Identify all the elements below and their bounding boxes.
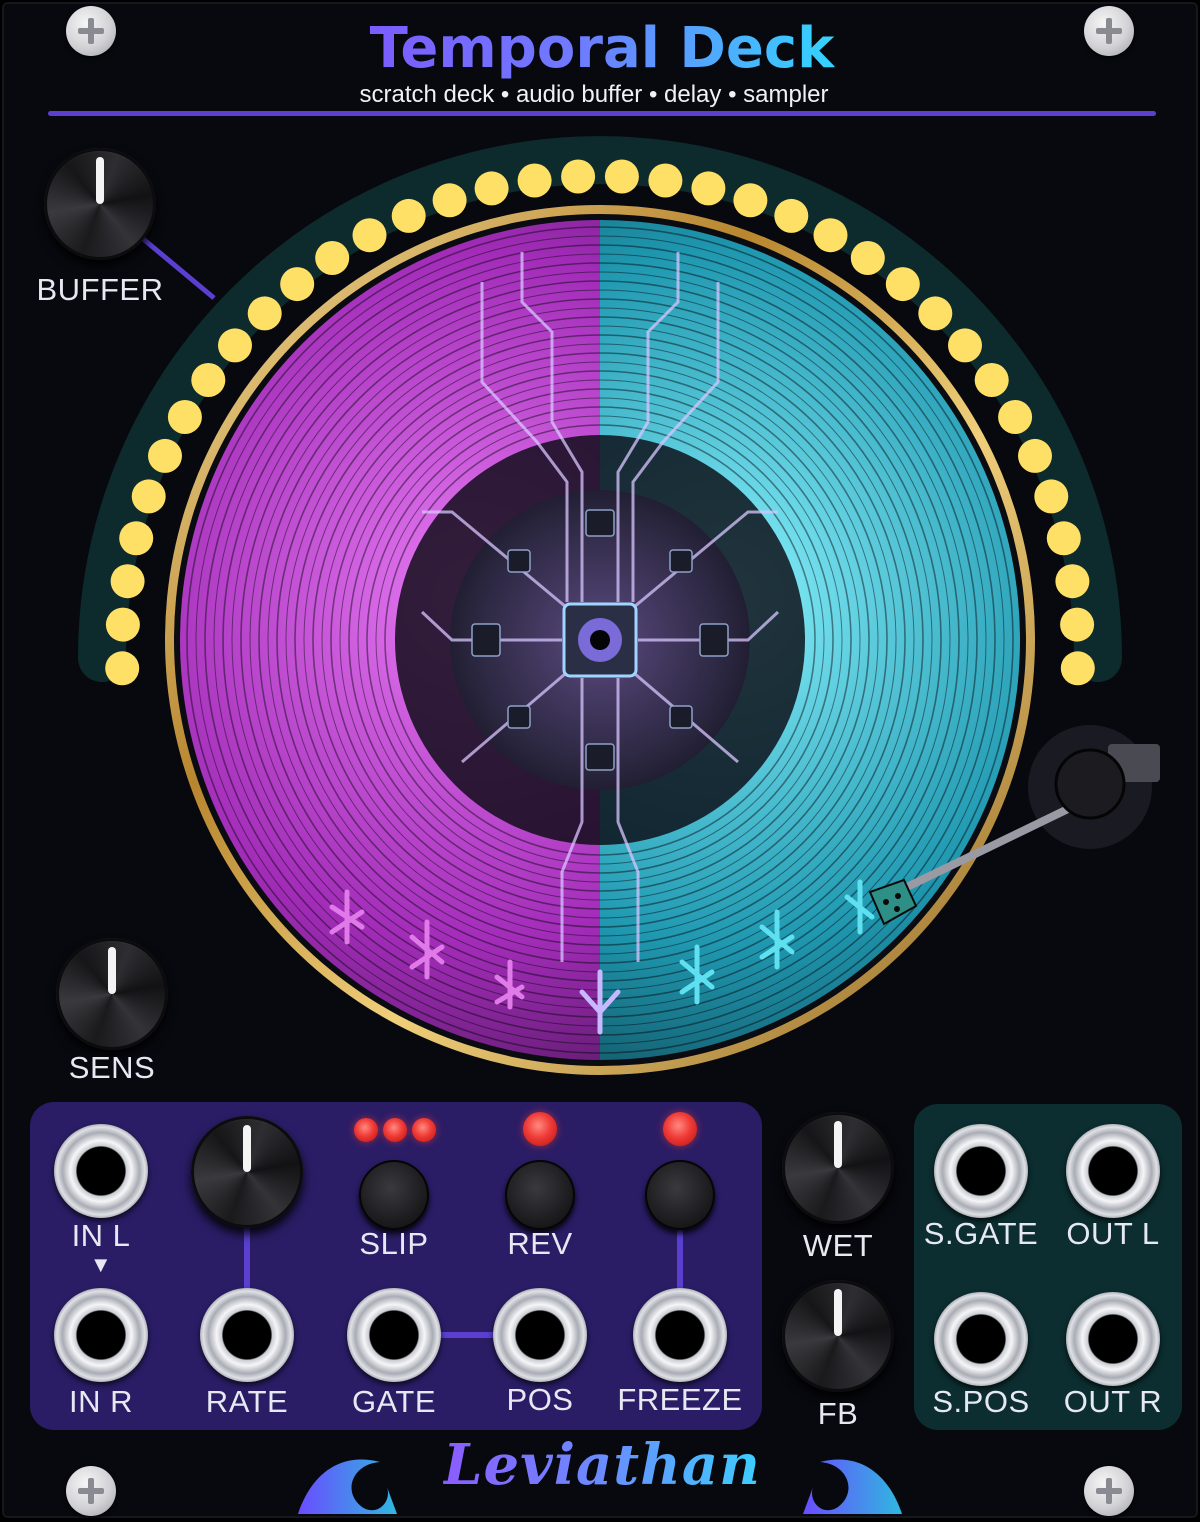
- sens-knob[interactable]: [56, 938, 168, 1050]
- buffer-led: [1018, 438, 1052, 473]
- in-l-jack[interactable]: [54, 1124, 148, 1218]
- rev-button[interactable]: [505, 1160, 575, 1230]
- rev-label: REV: [507, 1226, 573, 1261]
- buffer-led: [998, 400, 1033, 434]
- buffer-led: [1046, 521, 1081, 556]
- buffer-led: [218, 328, 252, 363]
- out-l-jack[interactable]: [1066, 1124, 1160, 1218]
- buffer-led: [918, 296, 953, 331]
- tonearm-pivot-knob[interactable]: [1054, 748, 1126, 820]
- knob-indicator: [96, 156, 104, 204]
- spindle: [590, 630, 610, 650]
- buffer-led: [148, 438, 182, 473]
- buffer-knob[interactable]: [44, 148, 156, 260]
- buffer-led: [280, 267, 315, 302]
- title-divider: [48, 111, 1156, 116]
- screw-icon: [1084, 6, 1134, 56]
- buffer-led: [191, 363, 226, 397]
- out-r-jack[interactable]: [1066, 1292, 1160, 1386]
- wet-knob[interactable]: [782, 1112, 894, 1224]
- slip-led-3: [412, 1118, 436, 1142]
- buffer-led: [517, 163, 552, 198]
- freeze-led: [663, 1112, 697, 1146]
- buffer-led: [1060, 651, 1095, 686]
- buffer-label: BUFFER: [36, 272, 164, 307]
- s-gate-label: S.GATE: [923, 1216, 1039, 1251]
- knob-indicator: [243, 1124, 251, 1172]
- freeze-button[interactable]: [645, 1160, 715, 1230]
- buffer-led: [1055, 564, 1090, 599]
- s-gate-jack[interactable]: [934, 1124, 1028, 1218]
- buffer-led: [474, 171, 509, 206]
- buffer-led: [691, 171, 726, 206]
- buffer-led: [774, 198, 809, 233]
- buffer-led: [1034, 479, 1069, 514]
- s-pos-label: S.POS: [932, 1384, 1030, 1419]
- wave-icon: [803, 1459, 902, 1514]
- buffer-led: [604, 159, 639, 194]
- in-r-label: IN R: [69, 1384, 133, 1419]
- buffer-led: [131, 479, 166, 514]
- pos-label: POS: [506, 1382, 574, 1417]
- buffer-led: [974, 363, 1009, 397]
- wet-label: WET: [802, 1228, 874, 1263]
- buffer-led: [733, 183, 768, 218]
- slip-label: SLIP: [359, 1226, 429, 1261]
- screw-icon: [66, 6, 116, 56]
- slip-led-1: [354, 1118, 378, 1142]
- wave-icon: [298, 1459, 397, 1514]
- buffer-led: [105, 651, 140, 686]
- out-r-label: OUT R: [1063, 1384, 1163, 1419]
- s-pos-jack[interactable]: [934, 1292, 1028, 1386]
- brand-logo: Leviathan: [443, 1432, 761, 1498]
- slip-button[interactable]: [359, 1160, 429, 1230]
- buffer-led: [391, 198, 426, 233]
- buffer-led: [948, 328, 982, 363]
- knob-indicator: [108, 946, 116, 994]
- module-title: Temporal Deck: [369, 16, 835, 81]
- rate-jack[interactable]: [200, 1288, 294, 1382]
- fb-knob[interactable]: [782, 1280, 894, 1392]
- buffer-led: [885, 267, 920, 302]
- in-l-label: IN L: [71, 1218, 131, 1253]
- out-l-label: OUT L: [1066, 1216, 1160, 1251]
- buffer-led: [105, 607, 140, 642]
- screw-icon: [1084, 1466, 1134, 1516]
- buffer-led: [247, 296, 282, 331]
- in-r-jack[interactable]: [54, 1288, 148, 1382]
- buffer-led: [315, 241, 350, 275]
- gate-jack[interactable]: [347, 1288, 441, 1382]
- rate-knob[interactable]: [191, 1116, 303, 1228]
- freeze-jack[interactable]: [633, 1288, 727, 1382]
- buffer-led: [167, 400, 202, 434]
- knob-indicator: [834, 1288, 842, 1336]
- sens-label: SENS: [68, 1050, 156, 1085]
- buffer-led: [352, 218, 387, 253]
- buffer-led: [813, 218, 848, 253]
- module-panel: Temporal Deck scratch deck • audio buffe…: [2, 2, 1198, 1518]
- buffer-led: [1060, 607, 1095, 642]
- buffer-led: [850, 241, 885, 275]
- module-subtitle: scratch deck • audio buffer • delay • sa…: [359, 81, 829, 108]
- knob-indicator: [834, 1120, 842, 1168]
- fb-label: FB: [817, 1396, 859, 1431]
- buffer-led: [648, 163, 683, 198]
- down-arrow-icon: ▼: [89, 1252, 113, 1277]
- rev-led: [523, 1112, 557, 1146]
- slip-led-2: [383, 1118, 407, 1142]
- buffer-led: [561, 159, 596, 194]
- screw-icon: [66, 1466, 116, 1516]
- freeze-label: FREEZE: [617, 1382, 743, 1417]
- pos-jack[interactable]: [493, 1288, 587, 1382]
- buffer-led: [119, 521, 154, 556]
- buffer-led: [110, 564, 145, 599]
- deck-graphics: [30, 136, 1182, 1514]
- rate-jack-label: RATE: [205, 1384, 289, 1419]
- gate-label: GATE: [351, 1384, 437, 1419]
- buffer-led: [432, 183, 467, 218]
